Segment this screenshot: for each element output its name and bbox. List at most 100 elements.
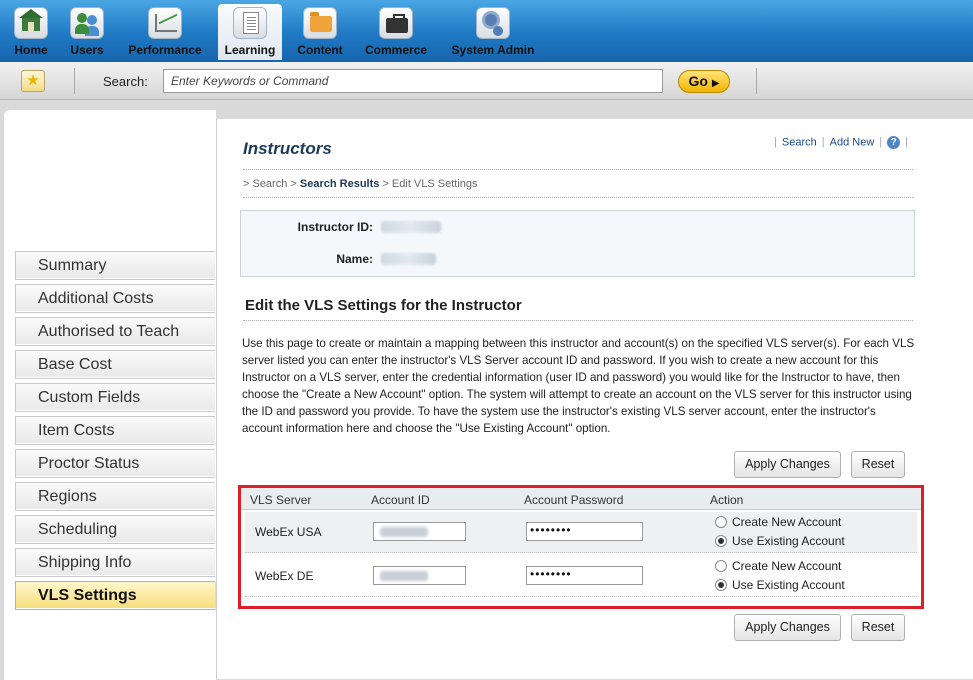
radio-button-selected[interactable] — [715, 579, 727, 591]
create-new-account-option[interactable]: Create New Account — [715, 515, 841, 529]
sidebar-item-regions[interactable]: Regions — [15, 482, 215, 511]
nav-home[interactable]: Home — [8, 4, 54, 60]
sidebar-item-label: Additional Costs — [38, 290, 154, 307]
nav-home-label: Home — [14, 43, 48, 57]
radio-button[interactable] — [715, 516, 727, 528]
apply-changes-button[interactable]: Apply Changes — [734, 451, 841, 478]
sidebar-item-label: Shipping Info — [38, 554, 132, 571]
sidebar-item-base-cost[interactable]: Base Cost — [15, 350, 215, 379]
sidebar-item-scheduling[interactable]: Scheduling — [15, 515, 215, 544]
search-input[interactable] — [163, 69, 663, 93]
divider — [243, 169, 913, 170]
vls-settings-table: VLS Server Account ID Account Password A… — [238, 485, 924, 609]
password-mask: •••••••• — [530, 567, 572, 581]
table-row: WebEx USA •••••••• Create New Account Us… — [245, 512, 917, 553]
sidebar-item-vls-settings[interactable]: VLS Settings — [15, 581, 229, 611]
nav-content-label: Content — [297, 43, 343, 57]
sidebar-item-item-costs[interactable]: Item Costs — [15, 416, 215, 445]
name-value — [381, 253, 436, 265]
header-action: Action — [710, 493, 744, 507]
add-new-link[interactable]: Add New — [830, 136, 875, 148]
account-id-input[interactable] — [373, 522, 466, 541]
nav-users-label: Users — [70, 43, 104, 57]
nav-content[interactable]: Content — [294, 4, 346, 60]
option-label: Create New Account — [732, 559, 842, 573]
use-existing-account-option[interactable]: Use Existing Account — [715, 534, 845, 548]
divider — [243, 197, 913, 198]
breadcrumb-current: > Edit VLS Settings — [382, 178, 478, 190]
star-icon[interactable]: ★ — [21, 70, 45, 92]
top-navigation: Home Users Performance Learning Content … — [0, 0, 973, 62]
create-new-account-option[interactable]: Create New Account — [715, 559, 841, 573]
nav-commerce-label: Commerce — [364, 43, 428, 57]
gear-icon — [476, 7, 510, 39]
sidebar-item-label: Proctor Status — [38, 455, 140, 472]
header-account-id: Account ID — [371, 493, 430, 507]
option-label: Use Existing Account — [732, 534, 845, 548]
folder-icon — [303, 7, 337, 39]
option-label: Use Existing Account — [732, 578, 845, 592]
use-existing-account-option[interactable]: Use Existing Account — [715, 578, 845, 592]
sidebar-item-label: VLS Settings — [38, 587, 137, 604]
divider — [74, 68, 75, 94]
users-icon — [70, 7, 104, 39]
option-label: Create New Account — [732, 515, 842, 529]
vls-server-name: WebEx USA — [255, 525, 322, 539]
nav-learning-label: Learning — [224, 43, 276, 57]
sidebar-item-label: Base Cost — [38, 356, 112, 373]
nav-system-admin[interactable]: System Admin — [450, 4, 536, 60]
sidebar-item-label: Authorised to Teach — [38, 323, 180, 340]
nav-users[interactable]: Users — [66, 4, 108, 60]
reset-button[interactable]: Reset — [851, 614, 905, 641]
search-bar: ★ Search: Go ▶ — [0, 62, 973, 100]
sidebar-item-shipping-info[interactable]: Shipping Info — [15, 548, 215, 577]
divider — [756, 68, 757, 94]
apply-changes-button[interactable]: Apply Changes — [734, 614, 841, 641]
sidebar-item-additional-costs[interactable]: Additional Costs — [15, 284, 215, 313]
sidebar-item-summary[interactable]: Summary — [15, 251, 215, 280]
page-title: Instructors — [243, 139, 332, 158]
account-password-input[interactable]: •••••••• — [526, 566, 643, 585]
instructor-id-value — [381, 221, 441, 233]
radio-button-selected[interactable] — [715, 535, 727, 547]
reset-button[interactable]: Reset — [851, 451, 905, 478]
go-button-label: Go — [688, 73, 708, 89]
sidebar-item-authorised-to-teach[interactable]: Authorised to Teach — [15, 317, 215, 346]
section-title: Edit the VLS Settings for the Instructor — [245, 297, 522, 314]
description-text: Use this page to create or maintain a ma… — [242, 337, 915, 435]
briefcase-icon — [379, 7, 413, 39]
sidebar-item-label: Custom Fields — [38, 389, 141, 406]
play-arrow-icon: ▶ — [711, 78, 720, 89]
main-panel: Instructors | Search | Add New |? | > Search … — [216, 119, 973, 679]
search-link[interactable]: Search — [782, 136, 817, 148]
breadcrumb-search-results[interactable]: Search Results — [300, 178, 379, 190]
breadcrumb-search[interactable]: > Search > — [243, 178, 297, 190]
nav-system-admin-label: System Admin — [451, 43, 535, 57]
breadcrumb: > Search > Search Results > Edit VLS Set… — [243, 178, 478, 190]
password-mask: •••••••• — [530, 523, 572, 537]
table-row: WebEx DE •••••••• Create New Account Use… — [245, 556, 917, 597]
chart-icon — [148, 7, 182, 39]
header-links: | Search | Add New |? | — [774, 136, 908, 149]
divider — [243, 320, 913, 321]
sidebar-item-custom-fields[interactable]: Custom Fields — [15, 383, 215, 412]
help-icon[interactable]: ? — [887, 136, 901, 149]
search-label: Search: — [103, 74, 148, 89]
go-button[interactable]: Go ▶ — [678, 70, 730, 93]
header-vls-server: VLS Server — [250, 493, 312, 507]
header-account-password: Account Password — [524, 493, 624, 507]
sidebar-item-label: Item Costs — [38, 422, 115, 439]
sidebar-item-label: Summary — [38, 257, 107, 274]
name-label: Name: — [336, 252, 373, 266]
account-id-input[interactable] — [373, 566, 466, 585]
instructor-info-box: Instructor ID: Name: — [240, 210, 915, 277]
nav-commerce[interactable]: Commerce — [362, 4, 430, 60]
document-icon — [233, 7, 267, 39]
account-password-input[interactable]: •••••••• — [526, 522, 643, 541]
sidebar-item-label: Scheduling — [38, 521, 118, 538]
radio-button[interactable] — [715, 560, 727, 572]
nav-performance[interactable]: Performance — [124, 4, 206, 60]
house-icon — [14, 7, 48, 39]
nav-learning[interactable]: Learning — [218, 4, 282, 60]
sidebar-item-proctor-status[interactable]: Proctor Status — [15, 449, 215, 478]
